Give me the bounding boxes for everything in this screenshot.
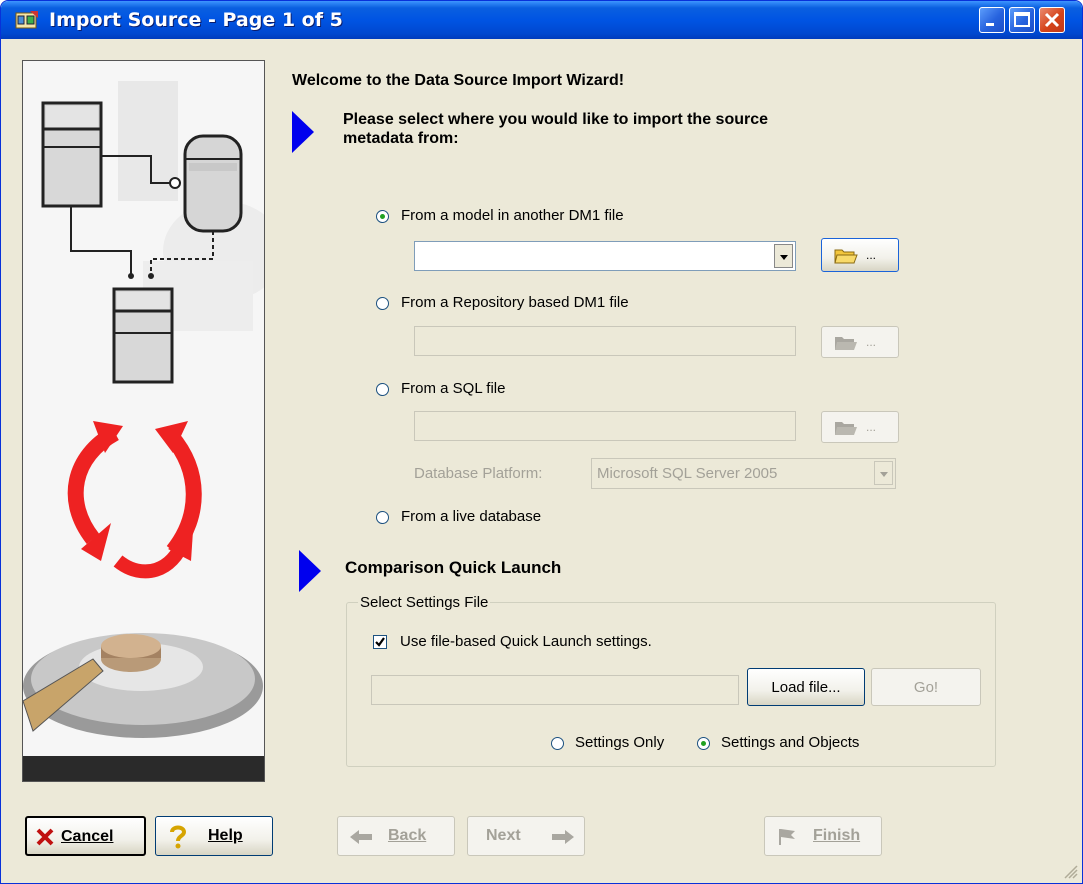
browse-model-caption: ... bbox=[866, 248, 877, 262]
next-button: Next bbox=[467, 816, 585, 856]
back-caption-text: Back bbox=[388, 827, 427, 844]
repository-file-field bbox=[414, 326, 796, 356]
browse-repository-caption: ... bbox=[866, 335, 877, 349]
radio-model-file-label[interactable]: From a model in another DM1 file bbox=[401, 207, 624, 224]
finish-caption: Finish bbox=[813, 827, 860, 845]
chevron-down-icon bbox=[874, 461, 893, 485]
database-table-icon bbox=[41, 101, 103, 208]
cancel-caption-text: Cancel bbox=[61, 828, 114, 845]
use-file-label[interactable]: Use file-based Quick Launch settings. bbox=[400, 633, 652, 650]
instruction-text: Please select where you would like to im… bbox=[343, 111, 769, 128]
browse-sql-button: ... bbox=[821, 411, 899, 443]
back-arrow-icon bbox=[350, 830, 372, 844]
radio-model-file[interactable] bbox=[376, 210, 389, 223]
browse-repository-button: ... bbox=[821, 326, 899, 358]
wizard-app-icon bbox=[15, 11, 38, 29]
title-bar[interactable]: Import Source - Page 1 of 5 bbox=[1, 1, 1082, 39]
radio-settings-only-label[interactable]: Settings Only bbox=[575, 734, 664, 751]
import-source-window: Import Source - Page 1 of 5 Welcome to t… bbox=[0, 0, 1083, 884]
close-icon bbox=[1044, 12, 1060, 28]
maximize-icon bbox=[1014, 12, 1030, 27]
database-platform-label: Database Platform: bbox=[414, 465, 543, 482]
next-arrow-icon bbox=[552, 830, 574, 844]
next-caption: Next bbox=[486, 827, 521, 844]
help-caption-text: Help bbox=[208, 827, 243, 844]
welcome-heading: Welcome to the Data Source Import Wizard… bbox=[292, 72, 625, 89]
close-button[interactable] bbox=[1039, 7, 1065, 33]
load-file-caption: Load file... bbox=[771, 679, 841, 696]
radio-sql-file-label[interactable]: From a SQL file bbox=[401, 380, 505, 397]
refresh-arrows-icon bbox=[67, 421, 202, 579]
folder-icon bbox=[835, 422, 857, 435]
chevron-down-icon[interactable] bbox=[774, 244, 793, 268]
database-table-icon bbox=[112, 287, 174, 384]
cancel-caption: Cancel bbox=[61, 828, 113, 846]
model-file-combo[interactable] bbox=[414, 241, 796, 271]
quick-launch-file-field bbox=[371, 675, 739, 705]
browse-sql-caption: ... bbox=[866, 420, 877, 434]
load-file-button[interactable]: Load file... bbox=[747, 668, 865, 706]
use-file-checkbox[interactable] bbox=[373, 635, 387, 649]
help-icon bbox=[170, 825, 187, 849]
folder-icon bbox=[835, 337, 857, 350]
wizard-illustration-panel bbox=[22, 60, 265, 782]
radio-live-database[interactable] bbox=[376, 511, 389, 524]
sql-file-field bbox=[414, 411, 796, 441]
back-caption: Back bbox=[388, 827, 426, 845]
radio-sql-file[interactable] bbox=[376, 383, 389, 396]
folder-icon bbox=[834, 249, 858, 264]
step-marker-icon bbox=[292, 111, 314, 153]
database-cylinder-icon bbox=[183, 134, 243, 233]
radio-settings-and-objects[interactable] bbox=[697, 737, 710, 750]
resize-grip-icon[interactable] bbox=[1063, 864, 1079, 880]
cancel-x-icon bbox=[36, 828, 54, 846]
browse-model-button[interactable]: ... bbox=[821, 238, 899, 272]
wizard-illustration bbox=[23, 81, 264, 781]
cancel-button[interactable]: Cancel bbox=[25, 816, 146, 856]
finish-caption-text: Finish bbox=[813, 827, 861, 844]
help-caption: Help bbox=[208, 827, 243, 845]
radio-repository-file-label[interactable]: From a Repository based DM1 file bbox=[401, 294, 629, 311]
step-marker-icon bbox=[299, 550, 321, 592]
radio-repository-file[interactable] bbox=[376, 297, 389, 310]
back-button: Back bbox=[337, 816, 455, 856]
minimize-icon bbox=[986, 23, 994, 26]
checkmark-icon bbox=[375, 637, 385, 647]
database-platform-value: Microsoft SQL Server 2005 bbox=[597, 465, 778, 482]
quick-launch-heading: Comparison Quick Launch bbox=[345, 558, 562, 577]
go-caption: Go! bbox=[913, 679, 939, 696]
maximize-button[interactable] bbox=[1009, 7, 1035, 33]
finish-button: Finish bbox=[764, 816, 882, 856]
help-button[interactable]: Help bbox=[155, 816, 273, 856]
radio-settings-and-objects-label[interactable]: Settings and Objects bbox=[721, 734, 859, 751]
radio-live-database-label[interactable]: From a live database bbox=[401, 508, 541, 525]
disc-icon bbox=[23, 633, 264, 781]
go-button: Go! bbox=[871, 668, 981, 706]
settings-file-group-title: Select Settings File bbox=[358, 594, 491, 611]
database-platform-select: Microsoft SQL Server 2005 bbox=[591, 458, 896, 489]
window-title: Import Source - Page 1 of 5 bbox=[49, 9, 343, 31]
radio-settings-only[interactable] bbox=[551, 737, 564, 750]
instruction-text-cont: metadata from: bbox=[343, 130, 459, 147]
finish-flag-icon bbox=[779, 829, 795, 845]
minimize-button[interactable] bbox=[979, 7, 1005, 33]
